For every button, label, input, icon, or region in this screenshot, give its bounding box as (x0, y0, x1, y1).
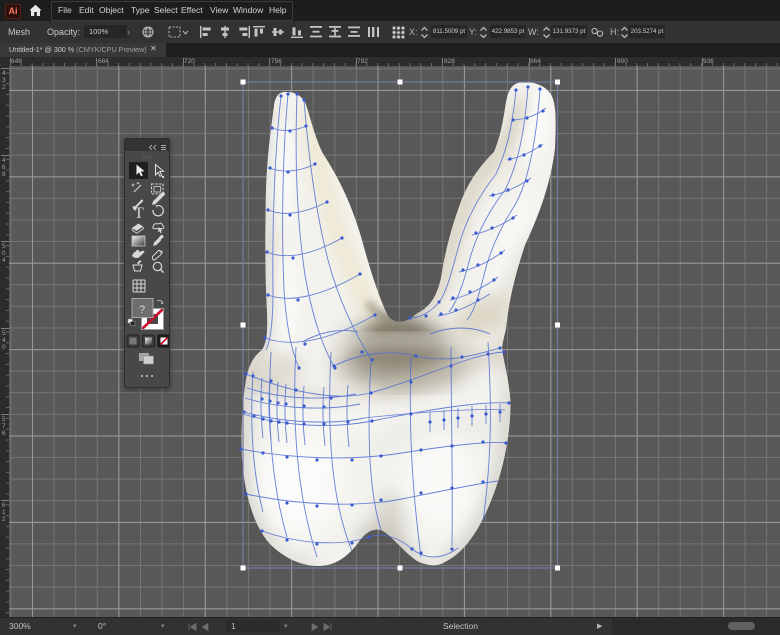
svg-text:?: ? (139, 304, 145, 316)
svg-text:T: T (134, 205, 144, 222)
